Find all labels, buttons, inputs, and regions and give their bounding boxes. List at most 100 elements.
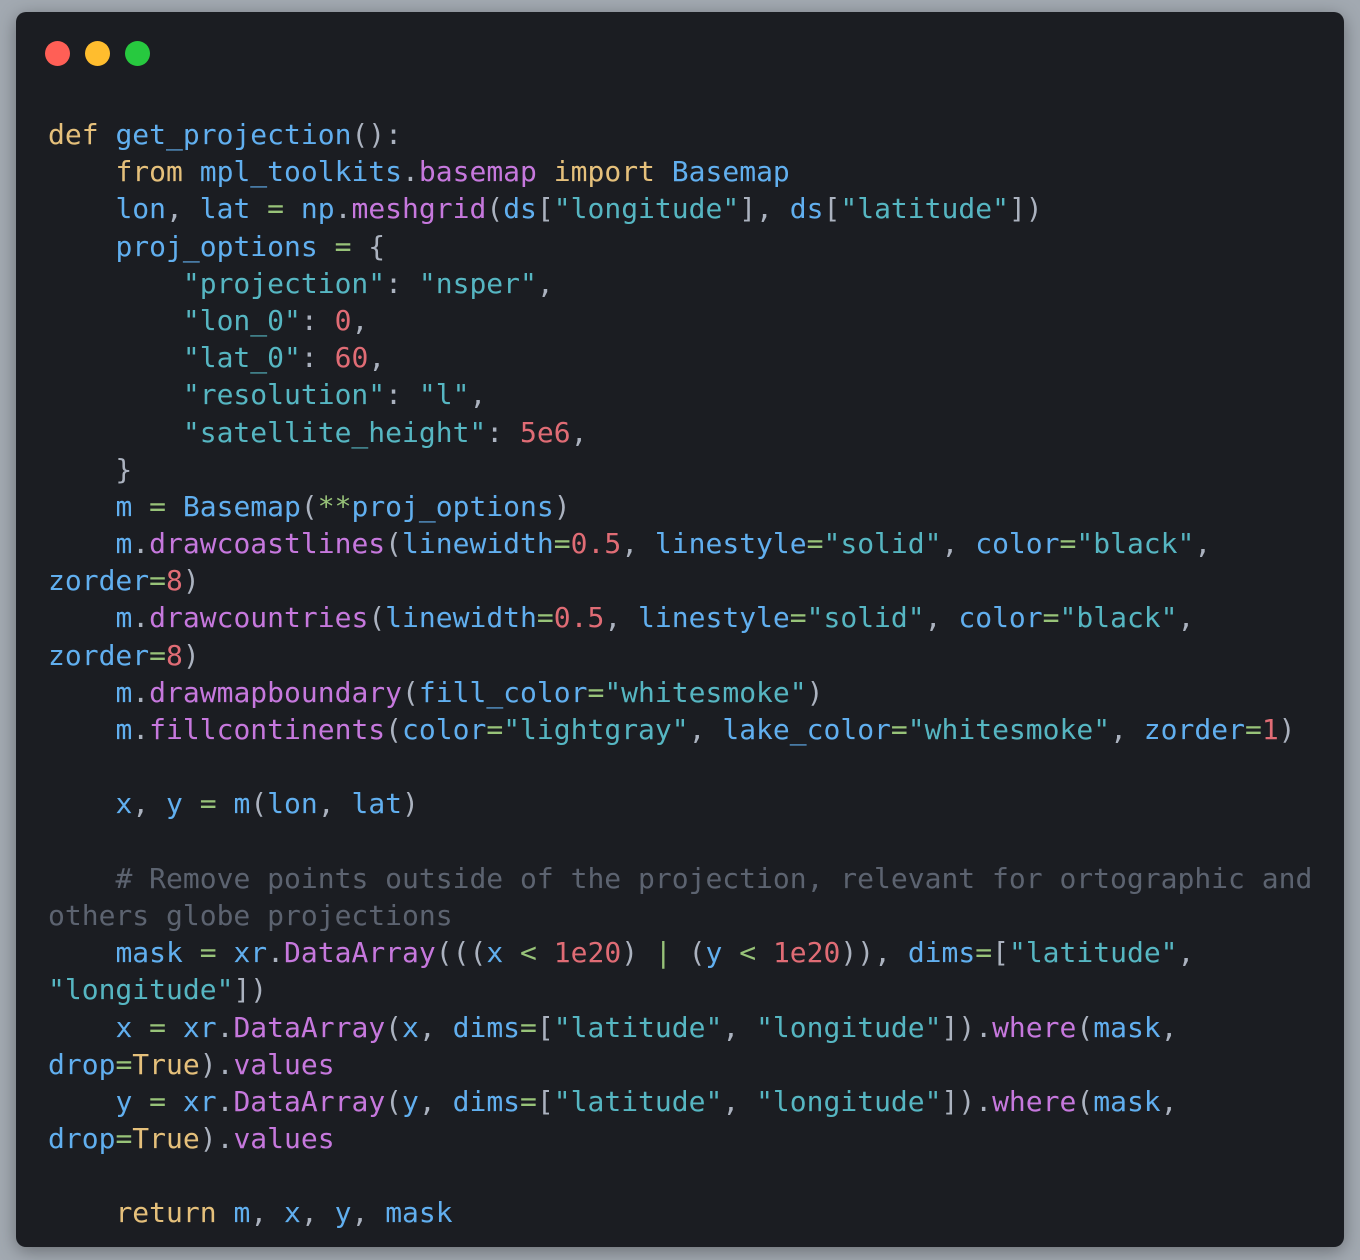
code-line: "lat_0": 60, — [48, 339, 1312, 376]
code-token: "latitude" — [840, 192, 1009, 226]
code-token: ) — [621, 936, 655, 970]
code-token: m — [115, 489, 133, 523]
code-token: : — [385, 378, 419, 412]
code-token: proj_options — [351, 489, 554, 523]
code-token: mask — [1093, 1010, 1161, 1044]
code-token: zorder — [1143, 713, 1245, 746]
code-token: mask — [115, 936, 183, 970]
code-token: "black" — [1076, 527, 1195, 561]
code-token: "whitesmoke" — [604, 675, 807, 709]
code-token: "latitude" — [553, 1084, 723, 1118]
code-token: : — [486, 415, 521, 449]
minimize-dot-icon[interactable] — [85, 41, 110, 66]
code-token: dims — [907, 936, 976, 970]
code-line: m = Basemap(**proj_options) — [48, 488, 1312, 525]
code-line: "lon_0": 0, — [48, 302, 1312, 339]
code-token: = — [334, 229, 352, 263]
code-token: ) — [1278, 713, 1296, 746]
code-line: "longitude"]) — [48, 971, 1312, 1008]
code-line: zorder=8) — [48, 562, 1312, 599]
code-token: "whitesmoke" — [907, 713, 1111, 746]
code-token: : — [300, 303, 335, 337]
code-token: = — [789, 601, 807, 635]
code-line: from mpl_toolkits.basemap import Basemap — [48, 153, 1312, 190]
code-token: , — [604, 601, 639, 635]
code-token: "satellite_height" — [182, 415, 487, 449]
code-token: , — [722, 1084, 757, 1118]
code-token: xr — [182, 1010, 217, 1044]
code-token: . — [216, 1010, 234, 1044]
code-token: = — [199, 787, 217, 821]
code-line: y = xr.DataArray(y, dims=["latitude", "l… — [48, 1083, 1312, 1120]
code-token: 5e6 — [520, 415, 571, 449]
window-titlebar — [16, 12, 1344, 96]
code-token: 1e20 — [553, 936, 622, 970]
code-token: , — [250, 1196, 285, 1230]
code-token: ( — [486, 192, 504, 226]
code-token: = — [149, 489, 167, 523]
code-token: ( — [402, 675, 419, 709]
zoom-dot-icon[interactable] — [125, 41, 150, 66]
code-token: 1e20 — [772, 936, 841, 970]
code-line: ​ — [48, 748, 1312, 785]
code-token: . — [132, 601, 150, 635]
code-token: xr — [182, 1084, 217, 1118]
code-token: "longitude" — [756, 1010, 942, 1044]
code-token: | — [654, 936, 672, 970]
code-token: . — [132, 527, 150, 561]
close-dot-icon[interactable] — [45, 41, 70, 66]
code-token: ((( — [435, 936, 487, 970]
code-token: ( — [385, 1084, 403, 1118]
code-token: )), — [840, 936, 908, 970]
code-token: , — [570, 415, 588, 449]
code-token: ( — [385, 713, 403, 746]
code-token: drawmapboundary — [149, 675, 403, 709]
code-token: dims — [452, 1010, 521, 1044]
code-token: , — [1177, 936, 1195, 970]
code-token: basemap — [418, 155, 537, 189]
code-token: fill_color — [418, 675, 588, 709]
code-token: ( — [671, 936, 706, 970]
code-line: lon, lat = np.meshgrid(ds["longitude"], … — [48, 190, 1312, 227]
code-token: ( — [368, 601, 386, 635]
code-token: = — [149, 638, 167, 672]
code-token: , — [418, 1084, 453, 1118]
code-token: ]). — [941, 1084, 993, 1118]
code-token: , — [621, 527, 655, 561]
code-token: drawcoastlines — [149, 527, 386, 561]
code-token: zorder — [48, 564, 150, 598]
code-token: "longitude" — [553, 192, 740, 226]
code-token: : — [300, 341, 335, 375]
code-token: = — [267, 192, 285, 226]
code-token: , — [722, 1010, 757, 1044]
code-token: values — [233, 1047, 335, 1081]
code-token: m — [233, 787, 251, 821]
code-token: } — [48, 452, 133, 486]
code-token: , — [1110, 713, 1144, 746]
code-token: , — [351, 303, 369, 337]
code-line: "satellite_height": 5e6, — [48, 414, 1312, 451]
code-token: ( — [1076, 1010, 1094, 1044]
code-token: = — [149, 564, 167, 598]
code-token: . — [216, 1084, 234, 1118]
code-token: drop — [48, 1047, 116, 1081]
code-token: drop — [48, 1122, 116, 1156]
code-window: def get_projection(): from mpl_toolkits.… — [16, 12, 1344, 1247]
code-line: m.drawcoastlines(linewidth=0.5, linestyl… — [48, 525, 1312, 562]
code-token: = — [587, 675, 605, 709]
code-token: np — [300, 192, 335, 226]
code-token: . — [402, 155, 419, 189]
code-token: . — [267, 936, 285, 970]
